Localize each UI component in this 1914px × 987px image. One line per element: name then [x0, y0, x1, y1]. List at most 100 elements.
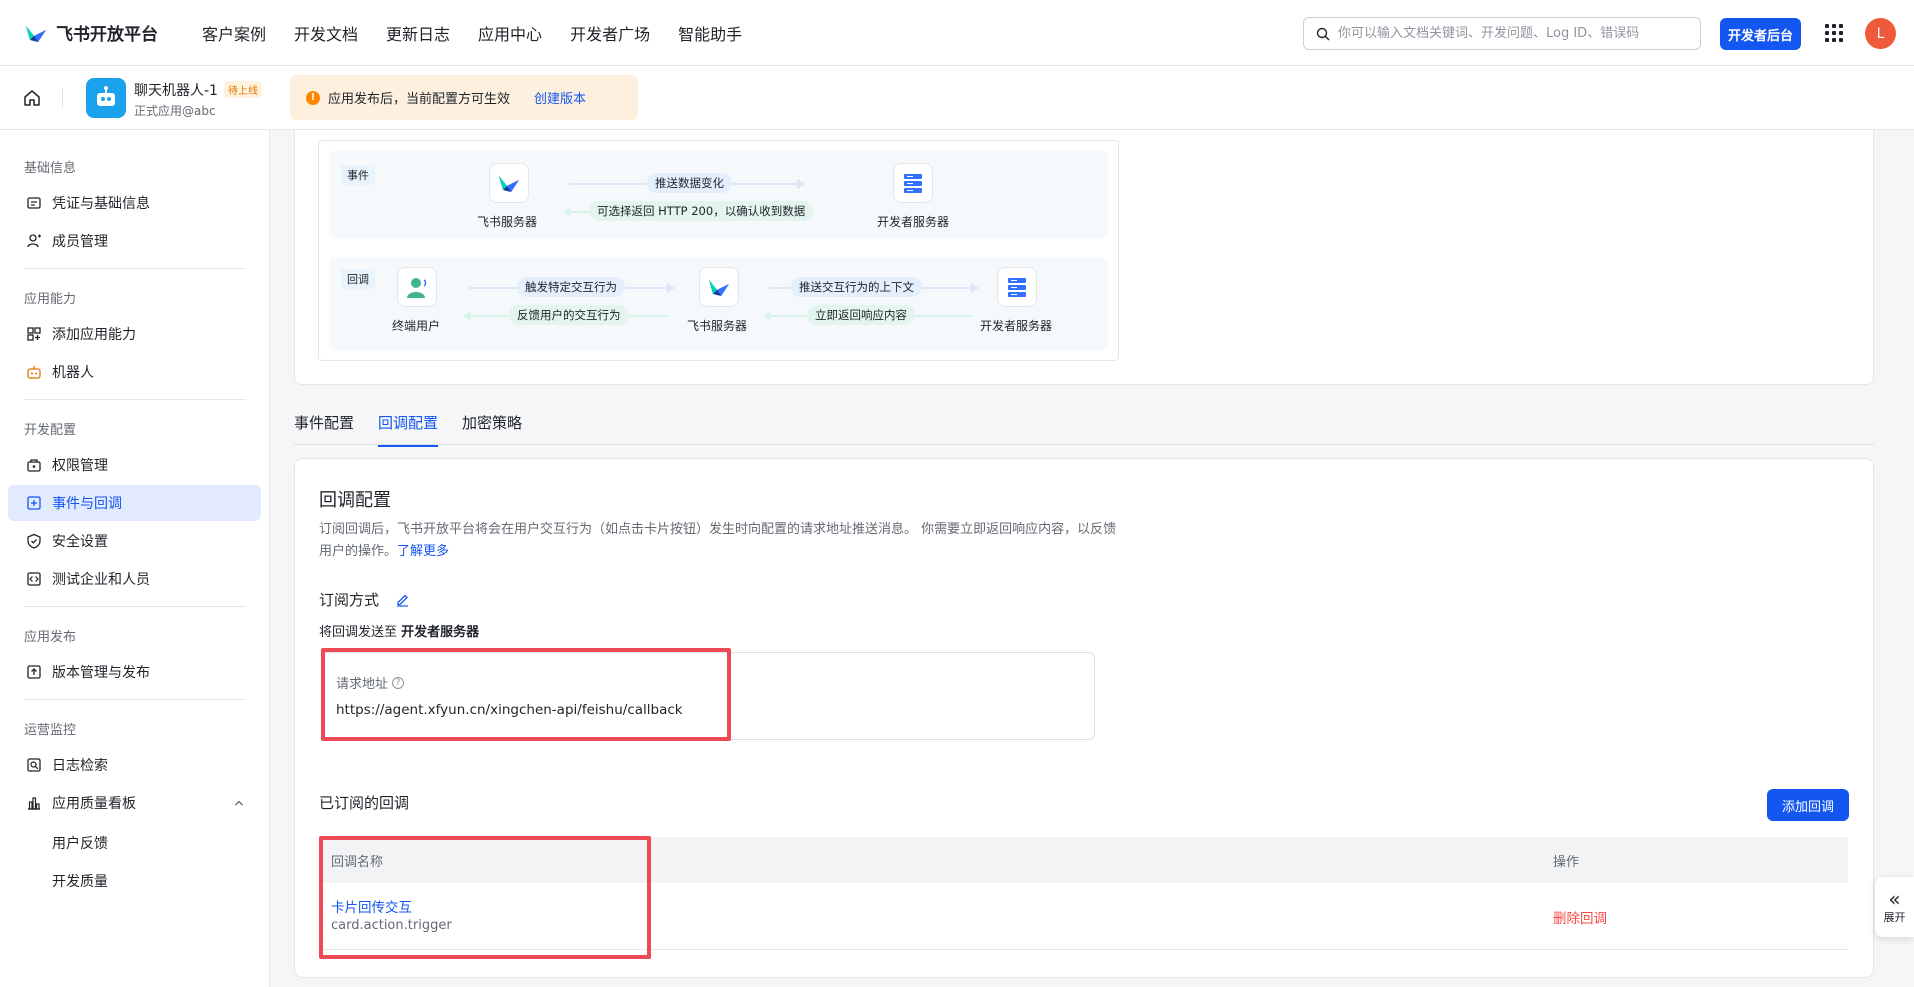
sidebar-item-label: 事件与回调 — [52, 496, 122, 512]
dev-server-node — [893, 163, 933, 203]
sidebar-item-permissions[interactable]: 权限管理 — [8, 447, 261, 483]
chevron-up-icon[interactable] — [233, 797, 245, 809]
subscription-method: 订阅方式 — [319, 589, 410, 610]
send-to-prefix: 将回调发送至 — [319, 625, 402, 640]
sidebar-item-credentials[interactable]: 凭证与基础信息 — [8, 185, 261, 221]
edit-icon[interactable] — [395, 592, 410, 607]
sidebar-item-label: 权限管理 — [52, 458, 108, 474]
end-user-label: 终端用户 — [392, 319, 441, 333]
dev-server-label: 开发者服务器 — [877, 215, 950, 229]
sidebar-item-robot[interactable]: 机器人 — [8, 354, 261, 390]
shield-icon — [26, 533, 42, 549]
learn-more-link[interactable]: 了解更多 — [397, 544, 449, 559]
send-to-text: 将回调发送至 开发者服务器 — [319, 621, 479, 640]
sidebar-group-title: 应用能力 — [24, 292, 77, 307]
notice-text: 应用发布后，当前配置方可生效 — [328, 92, 511, 107]
divider — [24, 268, 246, 269]
sidebar-subitem-feedback[interactable]: 用户反馈 — [52, 833, 108, 853]
callback-tag: 回调 — [341, 269, 375, 289]
event-callback-icon — [26, 495, 42, 511]
apps-grid-icon[interactable] — [1825, 24, 1843, 42]
sidebar-item-label: 成员管理 — [52, 234, 108, 250]
trigger-label: 触发特定交互行为 — [517, 277, 625, 297]
status-badge: 待上线 — [224, 81, 262, 98]
app-header — [0, 66, 1914, 130]
sidebar: 基础信息 凭证与基础信息 成员管理 应用能力 添加应用能力 机器人 开发配置 权… — [0, 130, 270, 987]
robot-icon — [26, 364, 42, 380]
sidebar-item-quality-board[interactable]: 应用质量看板 — [8, 785, 261, 821]
tab-callback-config[interactable]: 回调配置 — [378, 412, 439, 447]
feishu-server-node — [489, 163, 529, 203]
expand-panel-button[interactable]: « 展开 — [1875, 877, 1914, 937]
sidebar-group-title: 运营监控 — [24, 723, 77, 738]
dev-server-node — [997, 267, 1037, 307]
end-user-node — [397, 267, 437, 307]
sidebar-item-label: 应用质量看板 — [52, 796, 136, 812]
sidebar-item-label: 版本管理与发布 — [52, 665, 150, 681]
sidebar-item-label: 安全设置 — [52, 534, 108, 550]
highlight-box — [319, 836, 651, 959]
nav-link-changelog[interactable]: 更新日志 — [386, 21, 450, 45]
dev-console-button[interactable]: 开发者后台 — [1720, 18, 1802, 50]
home-icon[interactable] — [22, 88, 42, 108]
sidebar-subitem-dev-quality[interactable]: 开发质量 — [52, 871, 108, 891]
double-chevron-left-icon: « — [1888, 887, 1901, 911]
server-icon — [1008, 278, 1026, 297]
permission-icon — [26, 457, 42, 473]
bar-chart-icon — [26, 795, 42, 811]
divider — [294, 444, 1874, 445]
nav-link-docs[interactable]: 开发文档 — [294, 21, 358, 45]
nav-link-cases[interactable]: 客户案例 — [202, 21, 266, 45]
feishu-logo-icon — [499, 176, 519, 192]
sidebar-group-title: 应用发布 — [24, 630, 77, 645]
user-icon — [407, 278, 427, 298]
nav-link-app-center[interactable]: 应用中心 — [478, 21, 542, 45]
sidebar-group-title: 基础信息 — [24, 161, 77, 176]
credential-icon — [26, 195, 42, 211]
robot-icon — [97, 86, 115, 106]
sidebar-group-title: 开发配置 — [24, 423, 77, 438]
sidebar-item-test-tenants[interactable]: 测试企业和人员 — [8, 561, 261, 597]
logo[interactable]: 飞书开放平台 — [24, 20, 202, 45]
send-to-target: 开发者服务器 — [401, 625, 480, 640]
code-icon — [26, 571, 42, 587]
sidebar-item-members[interactable]: 成员管理 — [8, 223, 261, 259]
feishu-server-label: 飞书服务器 — [687, 319, 748, 333]
feedback-label: 反馈用户的交互行为 — [509, 305, 629, 325]
add-capability-icon — [26, 326, 42, 342]
nav-link-dev-square[interactable]: 开发者广场 — [570, 21, 650, 45]
divider — [24, 606, 246, 607]
event-return-label: 可选择返回 HTTP 200，以确认收到数据 — [589, 201, 814, 221]
upload-icon — [26, 664, 42, 680]
app-name: 聊天机器人-1 — [134, 83, 218, 99]
avatar[interactable]: L — [1865, 18, 1896, 49]
publish-notice: ! 应用发布后，当前配置方可生效 创建版本 — [290, 75, 638, 120]
warning-icon: ! — [306, 90, 320, 105]
delete-callback-button[interactable]: 删除回调 — [1553, 907, 1607, 927]
add-callback-button[interactable]: 添加回调 — [1767, 789, 1849, 821]
expand-label: 展开 — [1883, 911, 1906, 924]
event-push-label: 推送数据变化 — [647, 173, 732, 193]
tab-event-config[interactable]: 事件配置 — [294, 412, 354, 447]
subscription-method-title: 订阅方式 — [319, 591, 380, 609]
feishu-server-label: 飞书服务器 — [477, 215, 538, 229]
tab-encryption[interactable]: 加密策略 — [462, 412, 522, 447]
sidebar-item-versions[interactable]: 版本管理与发布 — [8, 654, 261, 690]
create-version-link[interactable]: 创建版本 — [534, 88, 586, 107]
log-search-icon — [26, 757, 42, 773]
sidebar-item-events-callbacks[interactable]: 事件与回调 — [8, 485, 261, 521]
divider — [62, 88, 63, 108]
sidebar-item-log-search[interactable]: 日志检索 — [8, 747, 261, 783]
search-box[interactable] — [1303, 17, 1701, 50]
sidebar-item-label: 测试企业和人员 — [52, 572, 150, 588]
config-tabs: 事件配置 回调配置 加密策略 — [294, 412, 546, 447]
nav-links: 客户案例 开发文档 更新日志 应用中心 开发者广场 智能助手 — [202, 21, 770, 45]
sidebar-item-add-capability[interactable]: 添加应用能力 — [8, 316, 261, 352]
nav-link-assistant[interactable]: 智能助手 — [678, 21, 742, 45]
search-input[interactable] — [1338, 26, 1688, 41]
sidebar-item-security[interactable]: 安全设置 — [8, 523, 261, 559]
member-icon — [26, 233, 42, 249]
sidebar-item-label: 添加应用能力 — [52, 327, 136, 343]
server-icon — [904, 174, 922, 193]
divider — [24, 699, 246, 700]
